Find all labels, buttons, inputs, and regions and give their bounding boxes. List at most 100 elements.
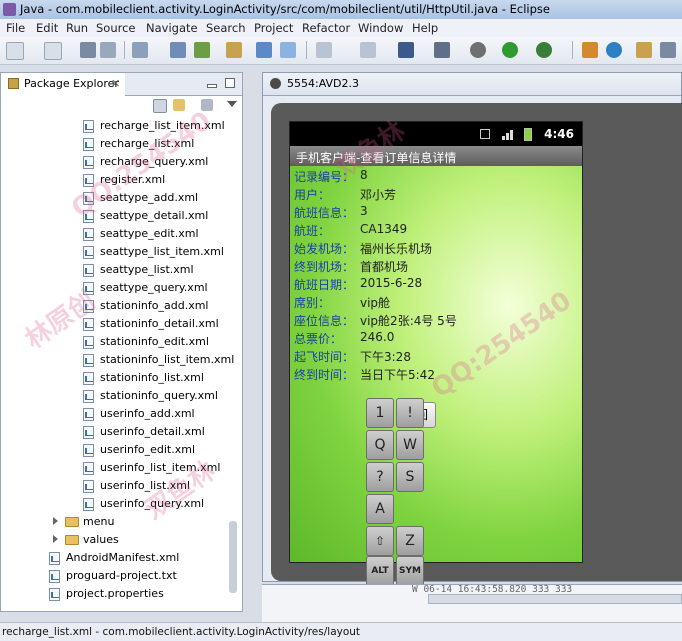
menu-run[interactable]: Run bbox=[66, 21, 88, 35]
tree-item[interactable]: userinfo_detail.xml bbox=[1, 423, 237, 441]
tree-item[interactable]: stationinfo_edit.xml bbox=[1, 333, 237, 351]
menu-project[interactable]: Project bbox=[254, 21, 293, 35]
view-menu-icon[interactable] bbox=[201, 99, 213, 111]
field-value: 当日下午5:42 bbox=[360, 368, 435, 382]
key-z[interactable]: Z bbox=[396, 526, 424, 556]
android-sdk-icon[interactable] bbox=[170, 42, 186, 58]
menu-navigate[interactable]: Navigate bbox=[146, 21, 198, 35]
tree-item[interactable]: seattype_edit.xml bbox=[1, 225, 237, 243]
tree-folder-menu[interactable]: menu bbox=[1, 513, 237, 531]
tree-item[interactable]: recharge_list_item.xml bbox=[1, 117, 237, 135]
pen-icon[interactable] bbox=[434, 42, 450, 58]
tree-item[interactable]: stationinfo_list.xml bbox=[1, 369, 237, 387]
field-label: 始发机场： bbox=[294, 242, 355, 256]
tree-item[interactable]: recharge_query.xml bbox=[1, 153, 237, 171]
tree-item[interactable]: project.properties bbox=[1, 585, 237, 603]
file-label: stationinfo_query.xml bbox=[100, 389, 218, 402]
tree-item[interactable]: seattype_list.xml bbox=[1, 261, 237, 279]
new-android-xml-icon[interactable] bbox=[280, 42, 296, 58]
tree-item[interactable]: stationinfo_query.xml bbox=[1, 387, 237, 405]
key-question[interactable]: ? bbox=[366, 462, 394, 492]
tree-folder-values[interactable]: values bbox=[1, 531, 237, 549]
tree-item[interactable]: seattype_query.xml bbox=[1, 279, 237, 297]
terminal-icon[interactable] bbox=[360, 42, 376, 58]
file-label: stationinfo_list.xml bbox=[100, 371, 204, 384]
new-dropdown-icon[interactable] bbox=[44, 42, 62, 60]
debug-icon[interactable] bbox=[470, 42, 486, 58]
tree-item[interactable]: userinfo_query.xml bbox=[1, 495, 237, 513]
new-android-project-icon[interactable] bbox=[256, 42, 272, 58]
maximize-icon[interactable] bbox=[225, 78, 235, 88]
run-external-icon[interactable] bbox=[536, 42, 552, 58]
file-label: seattype_list.xml bbox=[100, 263, 194, 276]
menu-file[interactable]: File bbox=[6, 21, 25, 35]
tree-item[interactable]: stationinfo_detail.xml bbox=[1, 315, 237, 333]
field-value: 下午3:28 bbox=[360, 350, 411, 364]
xml-file-icon bbox=[83, 336, 94, 349]
tree-item[interactable]: userinfo_add.xml bbox=[1, 405, 237, 423]
status-time: 4:46 bbox=[544, 127, 574, 141]
file-label: seattype_detail.xml bbox=[100, 209, 209, 222]
menu-refactor[interactable]: Refactor bbox=[302, 21, 350, 35]
save-all-icon[interactable] bbox=[100, 42, 116, 58]
menu-search[interactable]: Search bbox=[206, 21, 246, 35]
menu-source[interactable]: Source bbox=[96, 21, 136, 35]
new-java-package-icon[interactable] bbox=[582, 42, 598, 58]
key-alt[interactable]: ALT bbox=[366, 556, 394, 586]
tree-item[interactable]: seattype_list_item.xml bbox=[1, 243, 237, 261]
shift-key-icon[interactable]: ⇧ bbox=[366, 526, 394, 556]
tree-item[interactable]: AndroidManifest.xml bbox=[1, 549, 237, 567]
tab-package-explorer[interactable]: Package Explorer ✕ bbox=[1, 73, 126, 95]
menu-window[interactable]: Window bbox=[358, 21, 403, 35]
key-sym[interactable]: SYM bbox=[396, 556, 424, 586]
field-label: 座位信息： bbox=[294, 314, 355, 328]
link-with-editor-icon[interactable] bbox=[173, 99, 185, 111]
field-label: 终到机场： bbox=[294, 260, 355, 274]
folder-icon bbox=[65, 535, 79, 545]
menu-help[interactable]: Help bbox=[412, 21, 438, 35]
tree-item[interactable]: stationinfo_add.xml bbox=[1, 297, 237, 315]
horizontal-scrollbar[interactable] bbox=[428, 594, 682, 604]
key-a[interactable]: A bbox=[366, 494, 394, 524]
key-1[interactable]: 1 bbox=[366, 398, 394, 428]
tree-item[interactable]: userinfo_list_item.xml bbox=[1, 459, 237, 477]
vertical-scrollbar[interactable] bbox=[229, 521, 237, 593]
new-icon[interactable] bbox=[6, 42, 24, 60]
menu-edit[interactable]: Edit bbox=[36, 21, 58, 35]
search-icon[interactable] bbox=[660, 42, 676, 58]
chevron-down-icon[interactable] bbox=[227, 101, 237, 107]
dropdown-icon[interactable] bbox=[398, 42, 414, 58]
field-value: 3 bbox=[360, 204, 368, 218]
tree-item[interactable]: userinfo_list.xml bbox=[1, 477, 237, 495]
lint-icon[interactable] bbox=[226, 42, 242, 58]
key-w[interactable]: W bbox=[396, 430, 424, 460]
close-icon[interactable]: ✕ bbox=[111, 77, 120, 90]
eclipse-icon bbox=[3, 3, 16, 16]
signal-icon bbox=[510, 130, 513, 140]
new-java-class-icon[interactable] bbox=[606, 42, 622, 58]
minimize-icon[interactable] bbox=[207, 84, 217, 88]
checklist-icon[interactable] bbox=[316, 42, 332, 58]
key-q[interactable]: Q bbox=[366, 430, 394, 460]
open-type-icon[interactable] bbox=[636, 42, 652, 58]
tree-item[interactable]: seattype_detail.xml bbox=[1, 207, 237, 225]
run-icon[interactable] bbox=[502, 42, 518, 58]
avd-manager-icon[interactable] bbox=[194, 42, 210, 58]
tree-item[interactable]: seattype_add.xml bbox=[1, 189, 237, 207]
package-explorer-toolbar bbox=[1, 95, 242, 117]
tree-item[interactable]: register.xml bbox=[1, 171, 237, 189]
file-label: userinfo_query.xml bbox=[100, 497, 205, 510]
tree-item[interactable]: stationinfo_list_item.xml bbox=[1, 351, 237, 369]
expand-arrow-icon[interactable] bbox=[53, 535, 58, 543]
collapse-all-icon[interactable] bbox=[153, 99, 167, 113]
package-explorer-icon bbox=[8, 78, 19, 89]
tree-item[interactable]: proguard-project.txt bbox=[1, 567, 237, 585]
save-icon[interactable] bbox=[80, 42, 96, 58]
key-exclaim[interactable]: ! bbox=[396, 398, 424, 428]
expand-arrow-icon[interactable] bbox=[53, 517, 58, 525]
tree-item[interactable]: userinfo_edit.xml bbox=[1, 441, 237, 459]
tree-item[interactable]: recharge_list.xml bbox=[1, 135, 237, 153]
field-label: 航班信息： bbox=[294, 206, 355, 220]
print-icon[interactable] bbox=[132, 42, 148, 58]
key-s[interactable]: S bbox=[396, 462, 424, 492]
